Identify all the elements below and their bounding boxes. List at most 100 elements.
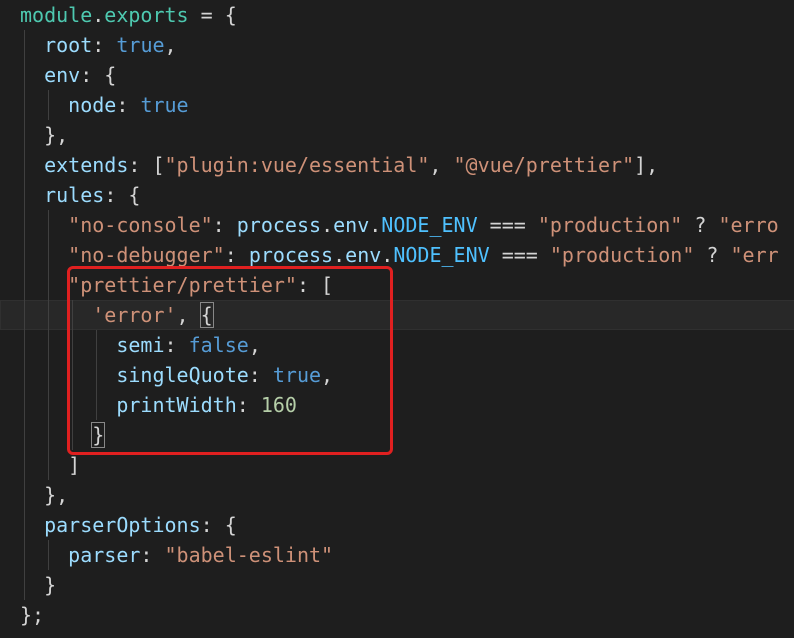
- indent-guide: [48, 540, 50, 570]
- indent-guide: [48, 90, 50, 120]
- code-line[interactable]: parserOptions: {: [20, 510, 794, 540]
- code-line[interactable]: }: [20, 420, 794, 450]
- code-line[interactable]: singleQuote: true,: [20, 360, 794, 390]
- indent-guide: [72, 300, 74, 330]
- code-token: ,: [164, 33, 177, 57]
- indent-guide: [24, 300, 25, 330]
- code-line[interactable]: "no-debugger": process.env.NODE_ENV === …: [20, 240, 794, 270]
- code-token: : {: [104, 183, 141, 207]
- indent-guide: [96, 360, 98, 390]
- code-token: "no-debugger": [68, 243, 225, 267]
- code-token: :: [236, 393, 261, 417]
- code-token: "production": [537, 213, 683, 237]
- code-token: "babel-eslint": [164, 543, 334, 567]
- code-line[interactable]: }: [20, 570, 794, 600]
- indent-guide: [24, 30, 25, 60]
- code-token: ===: [489, 243, 550, 267]
- indent-guide: [24, 330, 25, 360]
- code-token: :: [164, 333, 189, 357]
- indent-guide: [24, 90, 25, 120]
- code-token: NODE_ENV: [393, 243, 490, 267]
- indent-guide: [24, 540, 25, 570]
- code-token: "production": [549, 243, 695, 267]
- indent-guide: [24, 60, 25, 90]
- indent-guide: [24, 180, 25, 210]
- code-line[interactable]: ]: [20, 450, 794, 480]
- indent-guide: [24, 510, 25, 540]
- code-token: parserOptions: [44, 513, 201, 537]
- code-token: }: [20, 573, 57, 597]
- indent-guide: [72, 390, 74, 420]
- code-token: "err: [730, 243, 779, 267]
- code-token: ,: [176, 303, 201, 327]
- code-token: extends: [44, 153, 129, 177]
- indent-guide: [48, 300, 50, 330]
- code-token: ?: [682, 213, 719, 237]
- indent-guide: [96, 330, 98, 360]
- code-token: 'error': [92, 303, 177, 327]
- code-line[interactable]: root: true,: [20, 30, 794, 60]
- code-token: "plugin:vue/essential": [164, 153, 430, 177]
- code-line[interactable]: },: [20, 120, 794, 150]
- code-token: ,: [248, 333, 261, 357]
- code-token: semi: [116, 333, 165, 357]
- code-line[interactable]: "prettier/prettier": [: [20, 270, 794, 300]
- code-token: .: [369, 213, 382, 237]
- code-token: : {: [200, 513, 237, 537]
- indent-guide: [24, 450, 25, 480]
- code-token: ?: [694, 243, 731, 267]
- code-line[interactable]: },: [20, 480, 794, 510]
- code-editor[interactable]: module.exports = { root: true, env: { no…: [0, 0, 794, 638]
- code-line[interactable]: env: {: [20, 60, 794, 90]
- code-token: "erro: [718, 213, 779, 237]
- code-token: 160: [260, 393, 297, 417]
- indent-guide: [48, 210, 50, 240]
- code-line[interactable]: "no-console": process.env.NODE_ENV === "…: [20, 210, 794, 240]
- code-line[interactable]: extends: ["plugin:vue/essential", "@vue/…: [20, 150, 794, 180]
- code-token: ]: [20, 453, 81, 477]
- indent-guide: [48, 360, 50, 390]
- indent-guide: [48, 270, 50, 300]
- code-line[interactable]: module.exports = {: [20, 0, 794, 30]
- indent-guide: [24, 150, 25, 180]
- code-token: true: [272, 363, 322, 387]
- code-line[interactable]: parser: "babel-eslint": [20, 540, 794, 570]
- code-line[interactable]: rules: {: [20, 180, 794, 210]
- indent-guide: [24, 570, 25, 600]
- code-line[interactable]: semi: false,: [20, 330, 794, 360]
- code-token: :: [248, 363, 273, 387]
- code-area[interactable]: module.exports = { root: true, env: { no…: [0, 0, 794, 630]
- code-token: singleQuote: [116, 363, 249, 387]
- code-token: ,: [321, 363, 334, 387]
- code-line[interactable]: };: [20, 600, 794, 630]
- code-token: = {: [188, 3, 237, 27]
- code-line[interactable]: printWidth: 160: [20, 390, 794, 420]
- code-line[interactable]: 'error', {: [0, 300, 794, 330]
- indent-guide: [72, 420, 74, 450]
- code-line[interactable]: node: true: [20, 90, 794, 120]
- code-token: "prettier/prettier": [68, 273, 297, 297]
- code-token: false: [188, 333, 249, 357]
- code-token: rules: [44, 183, 105, 207]
- code-token: .: [333, 243, 346, 267]
- code-token: parser: [68, 543, 141, 567]
- indent-guide: [24, 480, 25, 510]
- indent-guide: [72, 330, 74, 360]
- code-token: : [: [296, 273, 334, 297]
- code-token: .: [321, 213, 334, 237]
- indent-guide: [48, 450, 50, 480]
- code-token: .: [92, 3, 105, 27]
- code-token: :: [92, 33, 117, 57]
- code-token: {: [199, 302, 214, 328]
- code-token: env: [345, 243, 382, 267]
- code-token: },: [20, 123, 69, 147]
- code-token: :: [224, 243, 249, 267]
- code-token: env: [44, 63, 81, 87]
- code-token: : {: [80, 63, 117, 87]
